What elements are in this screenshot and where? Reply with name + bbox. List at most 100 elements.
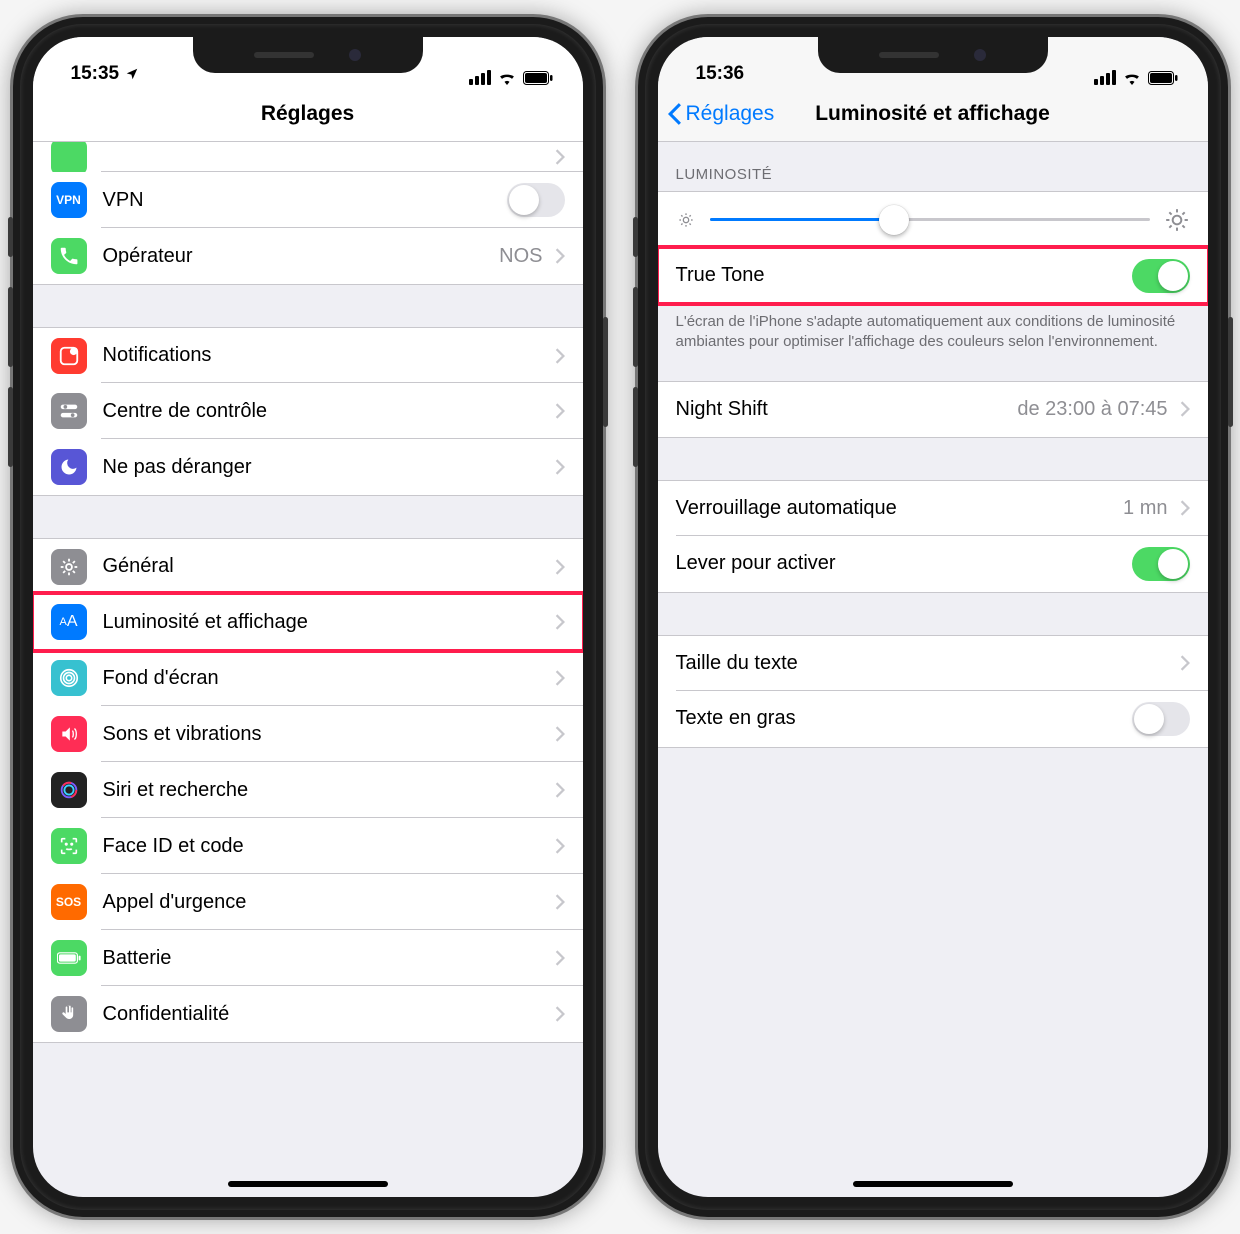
home-indicator[interactable] [228, 1181, 388, 1187]
mute-switch[interactable] [8, 217, 13, 257]
chevron-left-icon [668, 103, 682, 125]
row-detail: de 23:00 à 07:45 [1017, 398, 1167, 421]
screen-settings: 15:35 Réglages VPN VPN [33, 37, 583, 1197]
vpn-toggle[interactable] [507, 183, 565, 217]
speaker-grille [879, 52, 939, 58]
control-center-icon [51, 393, 87, 429]
volume-down-button[interactable] [633, 387, 638, 467]
row-label: Texte en gras [676, 707, 1132, 730]
unknown-icon [51, 142, 87, 172]
chevron-right-icon [555, 838, 565, 854]
brightness-slider[interactable] [710, 218, 1150, 221]
row-label: Face ID et code [103, 835, 547, 858]
display-settings-list[interactable]: LUMINOSITÉ True Tone L'écran de l'iPhone… [658, 142, 1208, 1197]
row-label: Verrouillage automatique [676, 497, 1124, 520]
sound-icon [51, 716, 87, 752]
battery-icon [1148, 71, 1178, 85]
nav-bar: Réglages [33, 87, 583, 142]
chevron-right-icon [1180, 401, 1190, 417]
row-label: Luminosité et affichage [103, 611, 547, 634]
row-carrier[interactable]: Opérateur NOS [33, 228, 583, 284]
row-privacy[interactable]: Confidentialité [33, 986, 583, 1042]
row-vpn[interactable]: VPN VPN [33, 172, 583, 228]
notch [818, 37, 1048, 73]
siri-icon [51, 772, 87, 808]
row-faceid[interactable]: Face ID et code [33, 818, 583, 874]
chevron-right-icon [555, 726, 565, 742]
group-lock: Verrouillage automatique 1 mn Lever pour… [658, 480, 1208, 593]
group-notify: Notifications Centre de contrôle Ne pas … [33, 327, 583, 496]
row-truetone[interactable]: True Tone [658, 247, 1208, 303]
row-label: Fond d'écran [103, 667, 547, 690]
row-autolock[interactable]: Verrouillage automatique 1 mn [658, 480, 1208, 536]
hand-icon [51, 996, 87, 1032]
truetone-description: L'écran de l'iPhone s'adapte automatique… [658, 304, 1208, 361]
chevron-right-icon [555, 348, 565, 364]
chevron-right-icon [555, 149, 565, 165]
notifications-icon [51, 338, 87, 374]
row-label: Lever pour activer [676, 552, 1132, 575]
row-label: Siri et recherche [103, 779, 547, 802]
slider-thumb[interactable] [879, 205, 909, 235]
group-network: VPN VPN Opérateur NOS [33, 142, 583, 285]
battery-app-icon [51, 940, 87, 976]
sos-icon: SOS [51, 884, 87, 920]
phone-icon [51, 238, 87, 274]
group-nightshift: Night Shift de 23:00 à 07:45 [658, 381, 1208, 438]
row-label: Night Shift [676, 398, 1018, 421]
truetone-toggle[interactable] [1132, 259, 1190, 293]
volume-up-button[interactable] [8, 287, 13, 367]
row-wallpaper[interactable]: Fond d'écran [33, 650, 583, 706]
row-siri[interactable]: Siri et recherche [33, 762, 583, 818]
row-battery[interactable]: Batterie [33, 930, 583, 986]
brightness-slider-row [658, 191, 1208, 247]
chevron-right-icon [1180, 500, 1190, 516]
volume-up-button[interactable] [633, 287, 638, 367]
row-label: Opérateur [103, 245, 500, 268]
back-button[interactable]: Réglages [668, 102, 775, 126]
cellular-icon [469, 70, 491, 85]
row-dnd[interactable]: Ne pas déranger [33, 439, 583, 495]
row-label: Notifications [103, 344, 547, 367]
row-boldtext[interactable]: Texte en gras [658, 691, 1208, 747]
chevron-right-icon [555, 559, 565, 575]
phone-left: 15:35 Réglages VPN VPN [13, 17, 603, 1217]
raise-toggle[interactable] [1132, 547, 1190, 581]
back-label: Réglages [686, 102, 775, 126]
row-detail: NOS [499, 245, 542, 268]
side-button[interactable] [1228, 317, 1233, 427]
row-partial-top[interactable] [33, 142, 583, 172]
mute-switch[interactable] [633, 217, 638, 257]
phone-right: 15:36 Réglages Luminosité et affichage L… [638, 17, 1228, 1217]
row-general[interactable]: Général [33, 538, 583, 594]
sun-bright-icon [1164, 207, 1190, 233]
chevron-right-icon [555, 1006, 565, 1022]
nav-bar: Réglages Luminosité et affichage [658, 87, 1208, 142]
chevron-right-icon [555, 782, 565, 798]
side-button[interactable] [603, 317, 608, 427]
wifi-icon [1122, 70, 1142, 85]
row-sos[interactable]: SOS Appel d'urgence [33, 874, 583, 930]
speaker-grille [254, 52, 314, 58]
row-notifications[interactable]: Notifications [33, 327, 583, 383]
faceid-icon [51, 828, 87, 864]
notch [193, 37, 423, 73]
front-camera-icon [974, 49, 986, 61]
location-icon [125, 67, 139, 81]
row-label: Batterie [103, 947, 547, 970]
row-display-brightness[interactable]: AA Luminosité et affichage [33, 594, 583, 650]
wallpaper-icon [51, 660, 87, 696]
row-control-center[interactable]: Centre de contrôle [33, 383, 583, 439]
row-nightshift[interactable]: Night Shift de 23:00 à 07:45 [658, 381, 1208, 437]
settings-list[interactable]: VPN VPN Opérateur NOS [33, 142, 583, 1197]
row-label: Centre de contrôle [103, 400, 547, 423]
chevron-right-icon [555, 248, 565, 264]
status-time: 15:36 [696, 63, 745, 85]
home-indicator[interactable] [853, 1181, 1013, 1187]
row-textsize[interactable]: Taille du texte [658, 635, 1208, 691]
display-icon: AA [51, 604, 87, 640]
volume-down-button[interactable] [8, 387, 13, 467]
row-sounds[interactable]: Sons et vibrations [33, 706, 583, 762]
boldtext-toggle[interactable] [1132, 702, 1190, 736]
row-raise-to-wake[interactable]: Lever pour activer [658, 536, 1208, 592]
